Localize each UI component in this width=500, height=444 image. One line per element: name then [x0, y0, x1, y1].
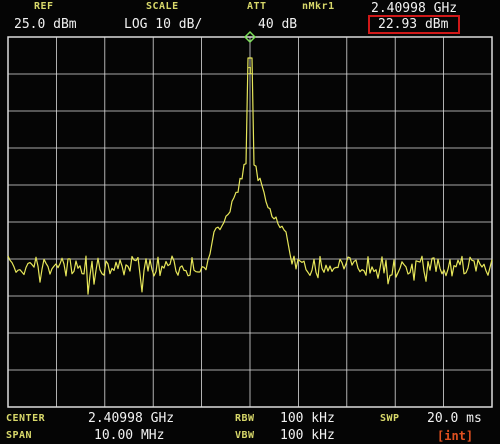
vbw-label: VBW	[235, 430, 255, 441]
spectrum-analyzer-screen: REF 25.0 dBm SCALE LOG 10 dB/ ATT 40 dB …	[0, 0, 500, 444]
center-value: 2.40998 GHz	[88, 411, 175, 426]
rbw-value: 100 kHz	[280, 411, 335, 426]
internal-flag: [int]	[437, 429, 474, 443]
center-label: CENTER	[6, 413, 46, 424]
span-value: 10.00 MHz	[94, 428, 165, 443]
span-label: SPAN	[6, 430, 33, 441]
spectrum-display: 1	[7, 30, 493, 408]
vbw-value: 100 kHz	[280, 428, 335, 443]
swp-label: SWP	[380, 413, 400, 424]
rbw-label: RBW	[235, 413, 255, 424]
marker-number: 1	[247, 66, 253, 77]
graticule-grid	[8, 37, 492, 407]
swp-value: 20.0 ms	[427, 411, 482, 426]
